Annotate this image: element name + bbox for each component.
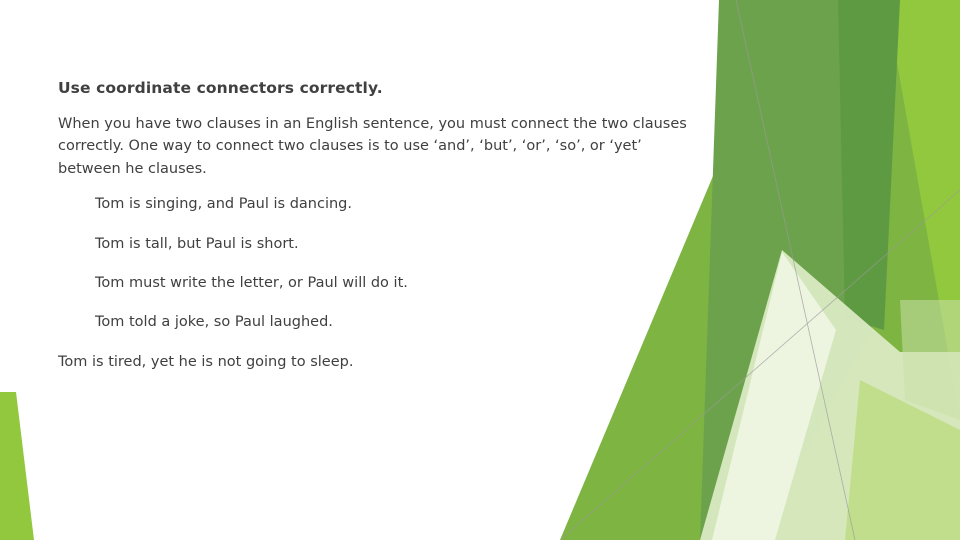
example-sentence-item: Tom is singing, and Paul is dancing. <box>95 196 352 213</box>
slide-content: Use coordinate connectors correctly. Whe… <box>58 78 698 372</box>
hairline-steep <box>735 0 856 540</box>
example-sentence-list: Tom is singing, and Paul is dancing. Tom… <box>58 194 698 371</box>
slide-paragraph: When you have two clauses in an English … <box>58 115 687 177</box>
facet-pale-overlay-right <box>900 300 960 420</box>
facet-very-pale-sliver <box>712 252 836 540</box>
facet-dark-green-spike <box>838 0 900 330</box>
slide-canvas: Use coordinate connectors correctly. Whe… <box>0 0 960 540</box>
example-sentence-item: Tom must write the letter, or Paul will … <box>95 274 408 291</box>
example-sentence-item: Tom is tired, yet he is not going to sle… <box>58 353 354 370</box>
slide-heading: Use coordinate connectors correctly. <box>58 79 383 97</box>
example-sentence-item: Tom told a joke, so Paul laughed. <box>95 314 333 331</box>
facet-light-band <box>845 380 960 540</box>
example-sentence-item: Tom is tall, but Paul is short. <box>95 235 299 252</box>
facet-pale-wedge <box>700 250 960 540</box>
facet-medium-green <box>700 0 872 540</box>
decoration-left-wedge <box>0 392 34 540</box>
